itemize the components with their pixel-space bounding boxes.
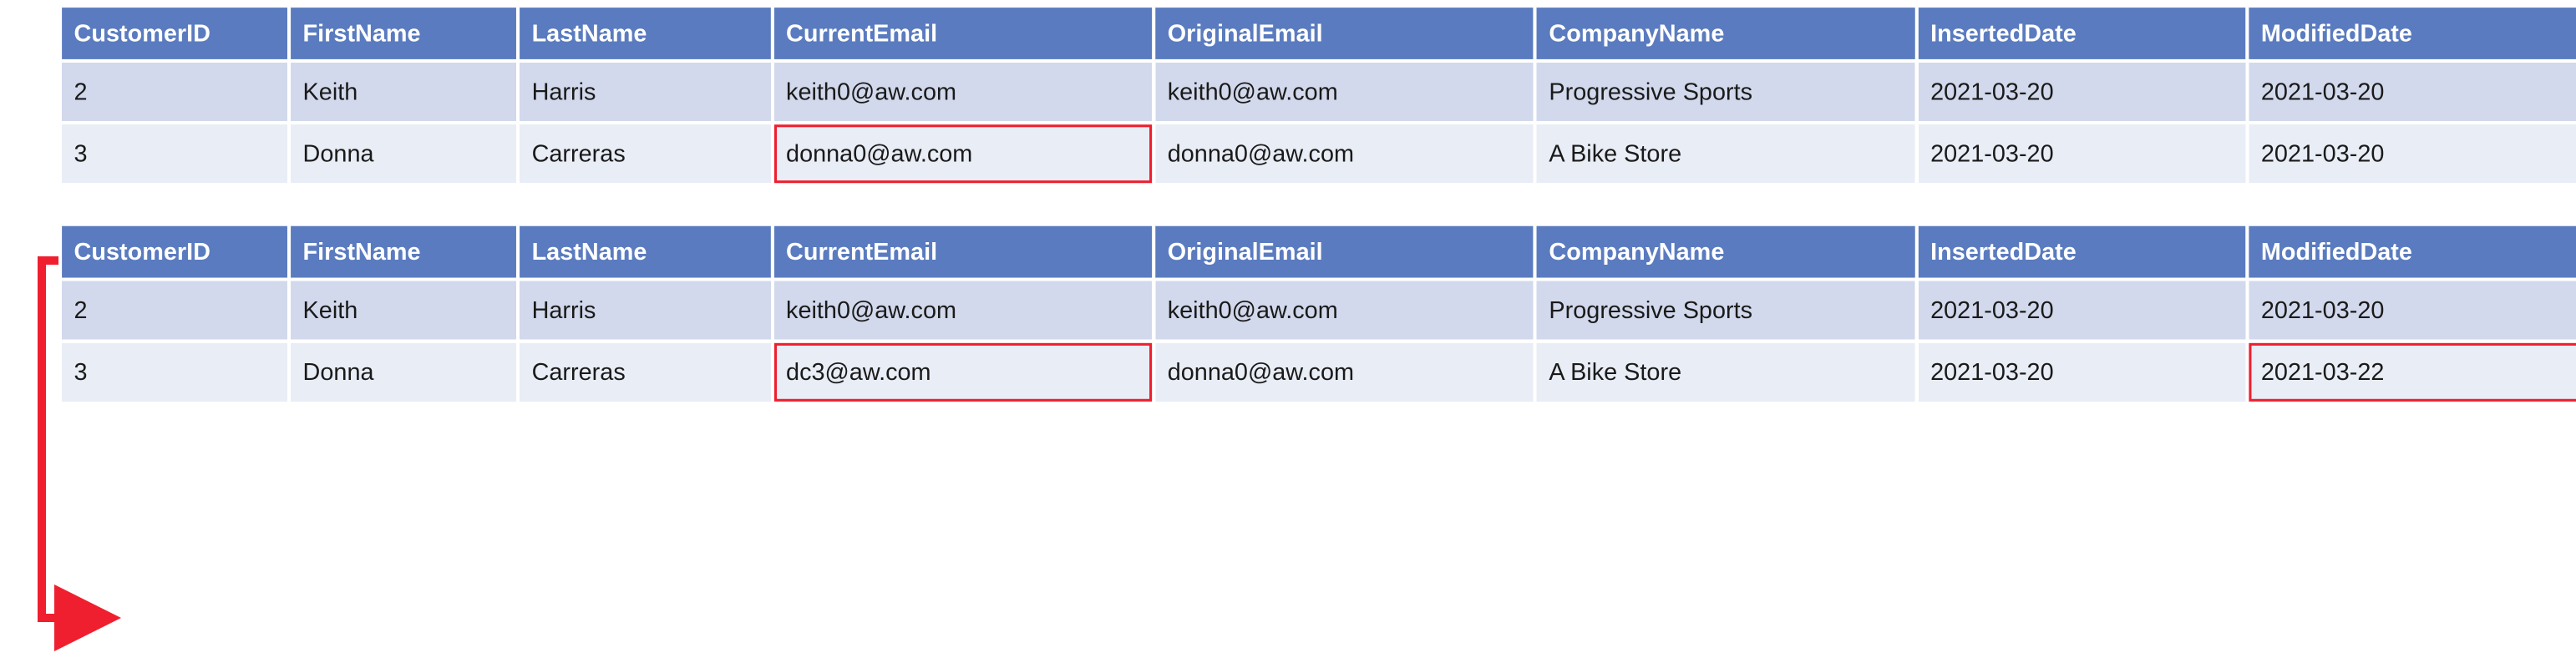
cell-inserteddate: 2021-03-20 xyxy=(1917,61,2248,123)
cell-originalemail: keith0@aw.com xyxy=(1154,61,1535,123)
customer-table-after: CustomerID FirstName LastName CurrentEma… xyxy=(58,223,2576,405)
table-row: 3 Donna Carreras dc3@aw.com donna0@aw.co… xyxy=(60,342,2576,403)
cell-firstname: Donna xyxy=(289,342,518,403)
cell-lastname: Harris xyxy=(518,280,772,342)
cell-firstname: Keith xyxy=(289,61,518,123)
col-header-lastname: LastName xyxy=(518,6,772,61)
col-header-inserteddate: InsertedDate xyxy=(1917,225,2248,280)
cell-companyname: Progressive Sports xyxy=(1535,280,1917,342)
table-header-row: CustomerID FirstName LastName CurrentEma… xyxy=(60,6,2576,61)
cell-originalemail: donna0@aw.com xyxy=(1154,342,1535,403)
col-header-currentemail: CurrentEmail xyxy=(773,6,1154,61)
cell-originalemail: keith0@aw.com xyxy=(1154,280,1535,342)
col-header-customerid: CustomerID xyxy=(60,225,289,280)
col-header-modifieddate: ModifiedDate xyxy=(2247,225,2576,280)
cell-customerid: 2 xyxy=(60,280,289,342)
table-gap xyxy=(58,186,2576,222)
col-header-originalemail: OriginalEmail xyxy=(1154,6,1535,61)
cell-inserteddate: 2021-03-20 xyxy=(1917,280,2248,342)
col-header-companyname: CompanyName xyxy=(1535,225,1917,280)
tables-container: CustomerID FirstName LastName CurrentEma… xyxy=(58,4,2576,405)
cell-currentemail: donna0@aw.com xyxy=(773,123,1154,185)
cell-firstname: Keith xyxy=(289,280,518,342)
cell-customerid: 3 xyxy=(60,123,289,185)
col-header-companyname: CompanyName xyxy=(1535,6,1917,61)
cell-lastname: Carreras xyxy=(518,123,772,185)
col-header-firstname: FirstName xyxy=(289,225,518,280)
customer-table-before: CustomerID FirstName LastName CurrentEma… xyxy=(58,4,2576,186)
cell-lastname: Harris xyxy=(518,61,772,123)
col-header-customerid: CustomerID xyxy=(60,6,289,61)
col-header-lastname: LastName xyxy=(518,225,772,280)
cell-inserteddate: 2021-03-20 xyxy=(1917,342,2248,403)
cell-customerid: 3 xyxy=(60,342,289,403)
cell-currentemail: dc3@aw.com xyxy=(773,342,1154,403)
cell-inserteddate: 2021-03-20 xyxy=(1917,123,2248,185)
cell-companyname: A Bike Store xyxy=(1535,123,1917,185)
cell-lastname: Carreras xyxy=(518,342,772,403)
cell-companyname: Progressive Sports xyxy=(1535,61,1917,123)
cell-companyname: A Bike Store xyxy=(1535,342,1917,403)
cell-modifieddate: 2021-03-20 xyxy=(2247,61,2576,123)
cell-originalemail: donna0@aw.com xyxy=(1154,123,1535,185)
col-header-currentemail: CurrentEmail xyxy=(773,225,1154,280)
table-header-row: CustomerID FirstName LastName CurrentEma… xyxy=(60,225,2576,280)
col-header-modifieddate: ModifiedDate xyxy=(2247,6,2576,61)
col-header-inserteddate: InsertedDate xyxy=(1917,6,2248,61)
cell-currentemail: keith0@aw.com xyxy=(773,280,1154,342)
cell-customerid: 2 xyxy=(60,61,289,123)
cell-firstname: Donna xyxy=(289,123,518,185)
cell-currentemail: keith0@aw.com xyxy=(773,61,1154,123)
table-row: 3 Donna Carreras donna0@aw.com donna0@aw… xyxy=(60,123,2576,185)
cell-modifieddate: 2021-03-20 xyxy=(2247,123,2576,185)
table-row: 2 Keith Harris keith0@aw.com keith0@aw.c… xyxy=(60,61,2576,123)
col-header-originalemail: OriginalEmail xyxy=(1154,225,1535,280)
cell-modifieddate: 2021-03-22 xyxy=(2247,342,2576,403)
cell-modifieddate: 2021-03-20 xyxy=(2247,280,2576,342)
col-header-firstname: FirstName xyxy=(289,6,518,61)
table-row: 2 Keith Harris keith0@aw.com keith0@aw.c… xyxy=(60,280,2576,342)
